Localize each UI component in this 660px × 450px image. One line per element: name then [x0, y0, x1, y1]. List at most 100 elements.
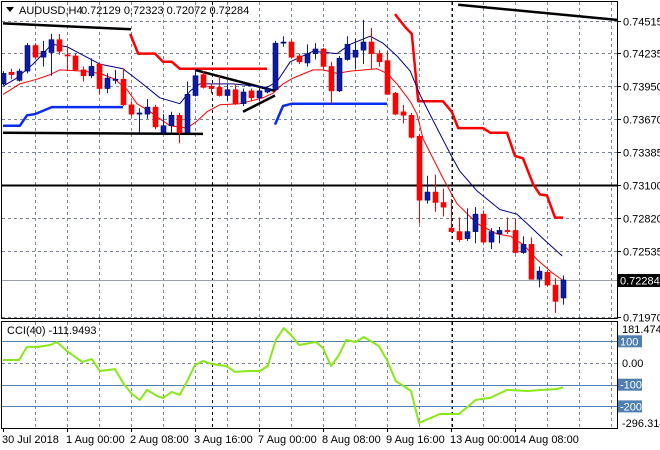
candle-bullish [424, 175, 431, 204]
candle-body [480, 213, 487, 243]
upper-channel-line [129, 33, 267, 71]
candle-bearish [528, 237, 535, 280]
candle-body [72, 55, 79, 71]
candle-body [328, 66, 335, 92]
candle-body [416, 135, 423, 201]
main-panel-border [1, 1, 618, 319]
candle-body [40, 51, 47, 58]
candle-bearish [320, 47, 327, 69]
ohlc-values: 0.72129 0.72323 0.72072 0.72284 [81, 5, 249, 17]
candle-bullish [304, 44, 311, 67]
price-chart[interactable]: 0.74515 0.74235 0.73950 0.73670 0.73385 0.731… [0, 0, 660, 450]
candle-bearish [288, 39, 295, 59]
candle-body [552, 284, 559, 302]
candle-body [312, 48, 319, 54]
candle-body [96, 63, 103, 89]
candle-bearish [384, 51, 391, 95]
candle-body [280, 41, 287, 44]
candle-bearish [440, 188, 447, 217]
time-tick-label: 30 Jul 2018 [2, 434, 59, 446]
cci-tick-label: 181.4744 [622, 324, 660, 336]
candle-bullish [48, 33, 55, 76]
time-tick-label: 9 Aug 16:00 [386, 434, 445, 446]
candle-body [528, 244, 535, 280]
candle-body [464, 231, 471, 239]
candle-body [512, 230, 519, 253]
cci-line [3, 327, 564, 424]
time-tick-label: 3 Aug 16:00 [194, 434, 253, 446]
moving-average-line [2, 35, 563, 257]
candle-body [296, 55, 303, 63]
candle-body [56, 39, 63, 52]
candle-body [408, 114, 415, 138]
price-tick-label: 0.73100 [623, 181, 660, 193]
candle-bullish [184, 81, 191, 134]
cci-tick-label: -200 [620, 401, 642, 413]
symbol-label: AUDUSD,H4 [19, 5, 83, 17]
candle-bearish [8, 68, 15, 80]
price-tick-label: 0.72820 [623, 214, 660, 226]
price-tick-label: 0.71970 [623, 313, 660, 325]
candle-bearish [392, 92, 399, 116]
time-tick-label: 13 Aug 00:00 [450, 434, 515, 446]
candle-body [472, 213, 479, 232]
price-tick-label: 0.73385 [623, 148, 660, 160]
candle-bearish [400, 104, 407, 124]
candle-body [368, 41, 375, 54]
candle-body [488, 231, 495, 243]
time-tick-label: 7 Aug 00:00 [258, 434, 317, 446]
candle-bearish [296, 53, 303, 65]
candle-bullish [520, 236, 527, 254]
triangle-down-icon[interactable] [6, 7, 14, 12]
candle-body [384, 60, 391, 95]
candle-bearish [176, 112, 183, 144]
candle-bullish [240, 88, 247, 106]
candle-body [176, 114, 183, 134]
candle-body [32, 45, 39, 58]
candle-body [24, 45, 31, 72]
candle-bearish [456, 217, 463, 243]
candle-body [352, 49, 359, 58]
candle-body [232, 89, 239, 104]
candle-bearish [208, 83, 215, 94]
candle-body [520, 244, 527, 253]
candle-bullish [136, 108, 143, 133]
candle-body [440, 202, 447, 208]
candle-bullish [464, 208, 471, 241]
chart-header: AUDUSD,H4 0.72129 0.72323 0.72072 0.7228… [6, 5, 249, 17]
candle-bullish [360, 19, 367, 65]
candle-body [544, 272, 551, 286]
candle-body [104, 77, 111, 89]
candle-body [88, 66, 95, 77]
candle-bullish [88, 58, 95, 79]
candle-body [344, 44, 351, 60]
candle-bearish [328, 61, 335, 104]
candle-bearish [416, 133, 423, 224]
candle-bullish [312, 43, 319, 60]
candle-body [448, 227, 455, 232]
candle-bullish [168, 111, 175, 133]
trendline [2, 131, 204, 136]
candle-bearish [552, 278, 559, 314]
candle-body [304, 53, 311, 64]
candle-body [8, 71, 15, 75]
candle-bullish [560, 275, 567, 305]
candle-body [200, 74, 207, 88]
time-tick-label: 1 Aug 00:00 [66, 434, 125, 446]
candle-bullish [344, 36, 351, 61]
candle-body [560, 279, 567, 299]
candle-bearish [480, 210, 487, 244]
candle-bearish [152, 104, 159, 130]
candle-body [240, 91, 247, 104]
price-tick-label: 0.73950 [623, 82, 660, 94]
current-price-label: 0.72284 [620, 276, 660, 288]
candle-body [128, 104, 135, 115]
candle-body [536, 270, 543, 280]
candle-bearish [216, 75, 223, 97]
cci-tick-label: -296.314 [622, 418, 660, 430]
candle-body [160, 125, 167, 134]
price-tick-label: 0.74235 [623, 49, 660, 61]
candle-body [288, 41, 295, 58]
trendline [458, 3, 617, 22]
candle-bearish [232, 83, 239, 105]
